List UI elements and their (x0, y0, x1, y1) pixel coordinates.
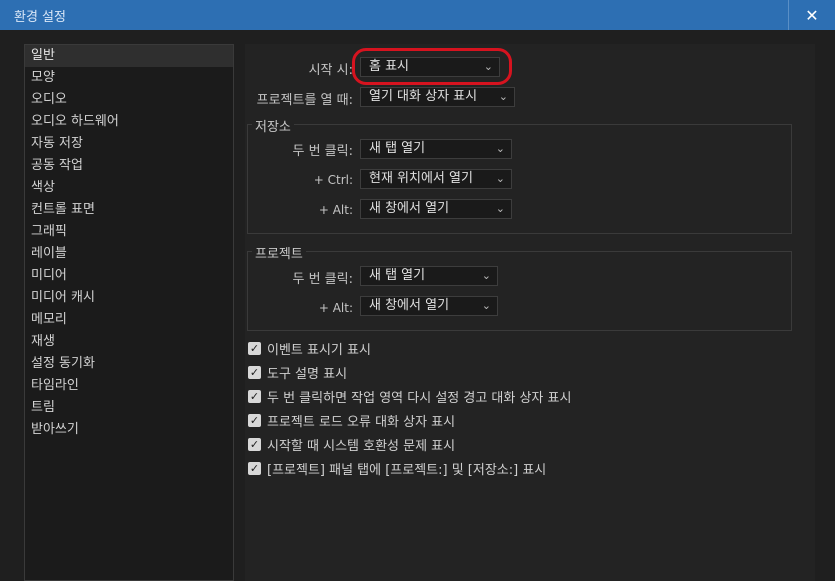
chevron-down-icon: ⌄ (495, 172, 505, 185)
sidebar-item-labels[interactable]: 레이블 (25, 243, 233, 265)
sidebar-item-appearance[interactable]: 모양 (25, 67, 233, 89)
storage-double-click-select[interactable]: 새 탭 열기 ⌄ (360, 139, 512, 159)
checkbox-label: 도구 설명 표시 (267, 366, 348, 382)
open-project-select[interactable]: 열기 대화 상자 표시 ⌄ (360, 87, 515, 107)
window-title: 환경 설정 (14, 10, 66, 25)
sidebar-item-auto-save[interactable]: 자동 저장 (25, 133, 233, 155)
project-double-click-label: 두 번 클릭: (292, 272, 354, 287)
sidebar-item-control-surface[interactable]: 컨트롤 표면 (25, 199, 233, 221)
checkbox-tooltips[interactable]: ✓ 도구 설명 표시 (248, 363, 348, 382)
chevron-down-icon: ⌄ (481, 269, 491, 282)
sidebar-item-sync-settings[interactable]: 설정 동기화 (25, 353, 233, 375)
checkbox-checked-icon: ✓ (248, 365, 261, 379)
open-project-select-value: 열기 대화 상자 표시 (369, 89, 478, 104)
sidebar-item-general[interactable]: 일반 (25, 45, 233, 67)
storage-alt-select[interactable]: 새 창에서 열기 ⌄ (360, 199, 512, 219)
checkbox-checked-icon: ✓ (248, 341, 261, 355)
checkbox-event-indicators[interactable]: ✓ 이벤트 표시기 표시 (248, 339, 371, 358)
chevron-down-icon: ⌄ (495, 202, 505, 215)
checkbox-label: 프로젝트 로드 오류 대화 상자 표시 (267, 414, 456, 430)
chevron-down-icon: ⌄ (495, 142, 505, 155)
storage-alt-value: 새 창에서 열기 (369, 201, 450, 216)
project-alt-label: + Alt: (318, 301, 353, 315)
sidebar: 일반 모양 오디오 오디오 하드웨어 자동 저장 공동 작업 색상 컨트롤 표면… (24, 44, 234, 581)
project-alt-value: 새 창에서 열기 (369, 298, 450, 313)
sidebar-item-playback[interactable]: 재생 (25, 331, 233, 353)
storage-ctrl-value: 현재 위치에서 열기 (369, 171, 473, 186)
project-double-click-select[interactable]: 새 탭 열기 ⌄ (360, 266, 498, 286)
sidebar-item-trim[interactable]: 트림 (25, 397, 233, 419)
storage-alt-label: + Alt: (318, 203, 353, 217)
startup-label: 시작 시: (308, 63, 353, 78)
chevron-down-icon: ⌄ (481, 299, 491, 312)
sidebar-item-color[interactable]: 색상 (25, 177, 233, 199)
sidebar-item-audio[interactable]: 오디오 (25, 89, 233, 111)
checkbox-checked-icon: ✓ (248, 413, 261, 427)
red-highlight-annotation (352, 48, 512, 85)
storage-group-title: 저장소 (252, 116, 294, 135)
checkbox-checked-icon: ✓ (248, 389, 261, 403)
chevron-down-icon: ⌄ (498, 90, 508, 103)
project-group-title: 프로젝트 (252, 243, 306, 262)
sidebar-item-memory[interactable]: 메모리 (25, 309, 233, 331)
title-bar: 환경 설정 ✕ (0, 0, 835, 30)
checkbox-checked-icon: ✓ (248, 461, 261, 475)
sidebar-item-audio-hardware[interactable]: 오디오 하드웨어 (25, 111, 233, 133)
sidebar-item-graphics[interactable]: 그래픽 (25, 221, 233, 243)
checkbox-project-load-error[interactable]: ✓ 프로젝트 로드 오류 대화 상자 표시 (248, 411, 456, 430)
sidebar-item-timeline[interactable]: 타임라인 (25, 375, 233, 397)
checkbox-system-compatibility[interactable]: ✓ 시작할 때 시스템 호환성 문제 표시 (248, 435, 456, 454)
checkbox-label: 두 번 클릭하면 작업 영역 다시 설정 경고 대화 상자 표시 (267, 390, 572, 406)
storage-double-click-value: 새 탭 열기 (369, 141, 426, 156)
checkbox-checked-icon: ✓ (248, 437, 261, 451)
sidebar-item-transcription[interactable]: 받아쓰기 (25, 419, 233, 441)
close-icon: ✕ (805, 5, 819, 25)
checkbox-label: 시작할 때 시스템 호환성 문제 표시 (267, 438, 456, 454)
close-button[interactable]: ✕ (788, 0, 835, 30)
checkbox-label: [프로젝트] 패널 탭에 [프로젝트:] 및 [저장소:] 표시 (267, 462, 547, 478)
sidebar-item-media[interactable]: 미디어 (25, 265, 233, 287)
project-alt-select[interactable]: 새 창에서 열기 ⌄ (360, 296, 498, 316)
project-group (247, 251, 792, 331)
sidebar-item-media-cache[interactable]: 미디어 캐시 (25, 287, 233, 309)
sidebar-item-collaboration[interactable]: 공동 작업 (25, 155, 233, 177)
storage-ctrl-select[interactable]: 현재 위치에서 열기 ⌄ (360, 169, 512, 189)
open-project-label: 프로젝트를 열 때: (256, 93, 353, 108)
checkbox-reset-workspace-warning[interactable]: ✓ 두 번 클릭하면 작업 영역 다시 설정 경고 대화 상자 표시 (248, 387, 572, 406)
checkbox-panel-tab-labels[interactable]: ✓ [프로젝트] 패널 탭에 [프로젝트:] 및 [저장소:] 표시 (248, 459, 547, 478)
storage-double-click-label: 두 번 클릭: (292, 144, 354, 159)
project-double-click-value: 새 탭 열기 (369, 268, 426, 283)
checkbox-label: 이벤트 표시기 표시 (267, 342, 371, 358)
storage-ctrl-label: + Ctrl: (313, 173, 353, 187)
